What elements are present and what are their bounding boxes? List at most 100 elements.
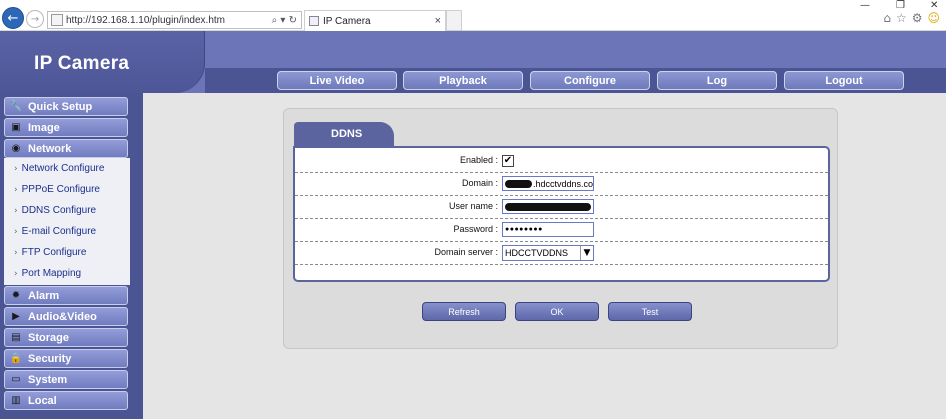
wrench-icon: 🔧: [9, 101, 23, 112]
refresh-button[interactable]: Refresh: [422, 302, 506, 321]
domain-server-select[interactable]: HDCCTVDDNS ▼: [502, 245, 594, 261]
enabled-label: Enabled :: [459, 155, 498, 165]
sidebar-item-label: Storage: [28, 331, 69, 344]
browser-tools: ⌂ ☆ ⚙ ☺: [883, 11, 940, 25]
browser-tab[interactable]: IP Camera ×: [304, 10, 446, 31]
tab-configure[interactable]: Configure: [530, 71, 650, 90]
lock-icon: 🔒: [9, 353, 23, 364]
sidebar-item-label: Security: [28, 352, 72, 365]
close-window-icon[interactable]: ✕: [930, 0, 938, 11]
alarm-icon: ✹: [11, 290, 21, 301]
submenu-item-label: E-mail Configure: [21, 226, 97, 237]
new-tab-button[interactable]: [446, 10, 462, 31]
submenu-item-label: Port Mapping: [21, 268, 82, 279]
chevron-right-icon: ›: [14, 226, 18, 237]
logo-panel: IP Camera: [0, 31, 205, 93]
chevron-right-icon: ›: [14, 184, 18, 195]
test-button[interactable]: Test: [608, 302, 692, 321]
browser-chrome: ← → http://192.168.1.10/plugin/index.htm…: [0, 0, 946, 31]
submenu-item-label: DDNS Configure: [21, 205, 97, 216]
local-icon: ▥: [11, 395, 21, 406]
chevron-right-icon: ›: [14, 268, 18, 279]
ddns-tab: DDNS: [294, 122, 394, 146]
ddns-form: Enabled : ✔ Domain : .hdcctvddns.co User…: [293, 146, 830, 282]
sidebar-item-security[interactable]: 🔒 Security: [4, 349, 128, 368]
sidebar-item-label: Audio&Video: [28, 310, 97, 323]
feedback-smiley-icon[interactable]: ☺: [927, 11, 940, 25]
tab-playback[interactable]: Playback: [403, 71, 523, 90]
sidebar-item-storage[interactable]: ▤ Storage: [4, 328, 128, 347]
password-row: Password : ●●●●●●●●: [295, 219, 828, 242]
chevron-down-icon[interactable]: ▼: [580, 246, 593, 260]
page-icon: [51, 14, 63, 26]
submenu-item-label: Network Configure: [21, 163, 105, 174]
enabled-checkbox[interactable]: ✔: [502, 155, 514, 167]
redaction-mark: [505, 179, 532, 188]
sidebar-item-label: System: [28, 373, 68, 386]
sidebar-item-network[interactable]: ◉ Network: [4, 139, 128, 158]
settings-gear-icon[interactable]: ⚙: [912, 11, 923, 25]
username-input[interactable]: [502, 199, 594, 214]
username-row: User name :: [295, 196, 828, 219]
server-label: Domain server :: [434, 247, 498, 257]
submenu-item-label: FTP Configure: [21, 247, 87, 258]
submenu-item-ddns-configure[interactable]: › DDNS Configure: [14, 205, 96, 216]
chevron-right-icon: ›: [14, 247, 18, 258]
forward-icon[interactable]: →: [26, 10, 44, 28]
network-icon: ◉: [11, 143, 21, 154]
domain-label: Domain :: [461, 178, 498, 188]
submenu-item-pppoe-configure[interactable]: › PPPoE Configure: [14, 184, 100, 195]
chevron-right-icon: ›: [14, 163, 18, 174]
ddns-panel: DDNS Enabled : ✔ Domain : .hdcctvddns.co: [283, 108, 838, 349]
main-content: DDNS Enabled : ✔ Domain : .hdcctvddns.co: [143, 93, 946, 419]
sidebar-item-image[interactable]: ▣ Image: [4, 118, 128, 137]
storage-icon: ▤: [11, 332, 21, 343]
sidebar-item-alarm[interactable]: ✹ Alarm: [4, 286, 128, 305]
domain-value: .hdcctvddns.co: [532, 178, 593, 189]
submenu-item-network-configure[interactable]: › Network Configure: [14, 163, 104, 174]
password-input[interactable]: ●●●●●●●●: [502, 222, 594, 237]
server-value: HDCCTVDDNS: [505, 248, 568, 258]
ok-button[interactable]: OK: [515, 302, 599, 321]
address-url[interactable]: http://192.168.1.10/plugin/index.htm: [66, 15, 272, 26]
tab-favicon-icon: [309, 16, 319, 26]
app-title: IP Camera: [34, 53, 130, 74]
domain-input[interactable]: .hdcctvddns.co: [502, 176, 594, 191]
submenu-item-ftp-configure[interactable]: › FTP Configure: [14, 247, 86, 258]
sidebar-item-system[interactable]: ▭ System: [4, 370, 128, 389]
domain-row: Domain : .hdcctvddns.co: [295, 173, 828, 196]
sidebar-item-quick-setup[interactable]: 🔧 Quick Setup: [4, 97, 128, 116]
app-header: IP Camera Live Video Playback Configure …: [0, 31, 946, 93]
minimize-icon[interactable]: —: [860, 0, 870, 11]
sidebar-item-label: Local: [28, 394, 57, 407]
sidebar: 🔧 Quick Setup ▣ Image ◉ Network › Networ…: [0, 93, 143, 419]
submenu-item-port-mapping[interactable]: › Port Mapping: [14, 268, 81, 279]
enabled-row: Enabled : ✔: [295, 150, 828, 173]
submenu-item-email-configure[interactable]: › E-mail Configure: [14, 226, 96, 237]
page: ← → http://192.168.1.10/plugin/index.htm…: [0, 0, 946, 419]
restore-icon[interactable]: ❐: [896, 0, 905, 11]
server-row: Domain server : HDCCTVDDNS ▼: [295, 242, 828, 265]
sidebar-item-label: Alarm: [28, 289, 60, 302]
password-value: ●●●●●●●●: [505, 226, 543, 233]
back-icon[interactable]: ←: [2, 7, 24, 29]
chevron-right-icon: ›: [14, 205, 18, 216]
tab-live-video[interactable]: Live Video: [277, 71, 397, 90]
sidebar-item-local[interactable]: ▥ Local: [4, 391, 128, 410]
video-camera-icon: ▶: [12, 311, 20, 322]
tab-title: IP Camera: [323, 15, 371, 27]
tab-log[interactable]: Log: [657, 71, 777, 90]
password-label: Password :: [453, 224, 498, 234]
sidebar-item-label: Image: [28, 121, 60, 134]
system-icon: ▭: [11, 374, 21, 385]
image-icon: ▣: [11, 122, 21, 133]
favorites-icon[interactable]: ☆: [896, 11, 907, 25]
address-tools[interactable]: ⌕ ▾ ↻: [272, 15, 301, 26]
submenu-item-label: PPPoE Configure: [21, 184, 100, 195]
sidebar-item-audio-video[interactable]: ▶ Audio&Video: [4, 307, 128, 326]
address-bar[interactable]: http://192.168.1.10/plugin/index.htm ⌕ ▾…: [47, 11, 302, 29]
home-icon[interactable]: ⌂: [883, 11, 891, 25]
sidebar-item-label: Quick Setup: [28, 100, 93, 113]
tab-close-icon[interactable]: ×: [435, 15, 445, 27]
tab-logout[interactable]: Logout: [784, 71, 904, 90]
